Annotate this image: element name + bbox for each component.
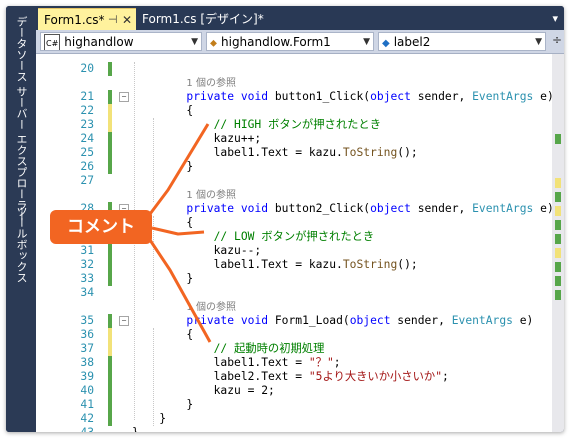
- callout-arrow: [148, 239, 212, 343]
- callout-arrow: [148, 123, 210, 215]
- comment-callout: コメント: [50, 210, 152, 244]
- callout-arrow: [151, 226, 205, 236]
